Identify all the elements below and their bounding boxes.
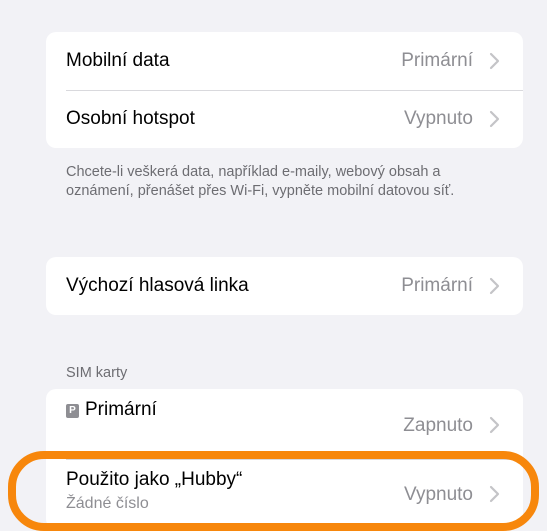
sim-primary-value: Zapnuto bbox=[403, 415, 473, 436]
sim-hubby-label: Použito jako „Hubby“ bbox=[66, 469, 243, 490]
sim-hubby-row[interactable]: Použito jako „Hubby“ Žádné číslo Vypnuto bbox=[46, 459, 523, 529]
chevron-right-icon bbox=[489, 277, 501, 295]
personal-hotspot-value: Vypnuto bbox=[403, 108, 473, 129]
chevron-right-icon bbox=[489, 416, 501, 434]
sim-primary-row[interactable]: P Primární Zapnuto bbox=[46, 389, 523, 459]
sim-primary-title: P Primární bbox=[66, 399, 157, 421]
chevron-right-icon bbox=[489, 110, 501, 128]
cellular-settings-group: Mobilní data Primární Osobní hotspot Vyp… bbox=[46, 32, 523, 148]
personal-hotspot-label: Osobní hotspot bbox=[66, 108, 195, 129]
sim-badge-icon: P bbox=[66, 404, 79, 418]
default-voice-line-row[interactable]: Výchozí hlasová linka Primární bbox=[46, 257, 523, 315]
default-voice-line-label: Výchozí hlasová linka bbox=[66, 275, 249, 296]
mobile-data-label: Mobilní data bbox=[66, 50, 170, 71]
chevron-right-icon bbox=[489, 485, 501, 503]
sim-hubby-subtitle: Žádné číslo bbox=[66, 495, 149, 512]
sim-hubby-value: Vypnuto bbox=[403, 484, 473, 505]
default-voice-line-value: Primární bbox=[401, 275, 473, 296]
sim-primary-label: Primární bbox=[85, 399, 157, 420]
personal-hotspot-row[interactable]: Osobní hotspot Vypnuto bbox=[46, 90, 523, 148]
voice-line-group: Výchozí hlasová linka Primární bbox=[46, 257, 523, 315]
chevron-right-icon bbox=[489, 52, 501, 70]
sim-cards-group: P Primární Zapnuto Použito jako „Hubby“ Ž… bbox=[46, 389, 523, 529]
cellular-footer-note: Chcete-li veškerá data, například e-mail… bbox=[66, 164, 455, 199]
mobile-data-value: Primární bbox=[401, 50, 473, 71]
sim-cards-header: SIM karty bbox=[66, 365, 128, 381]
mobile-data-row[interactable]: Mobilní data Primární bbox=[46, 32, 523, 90]
